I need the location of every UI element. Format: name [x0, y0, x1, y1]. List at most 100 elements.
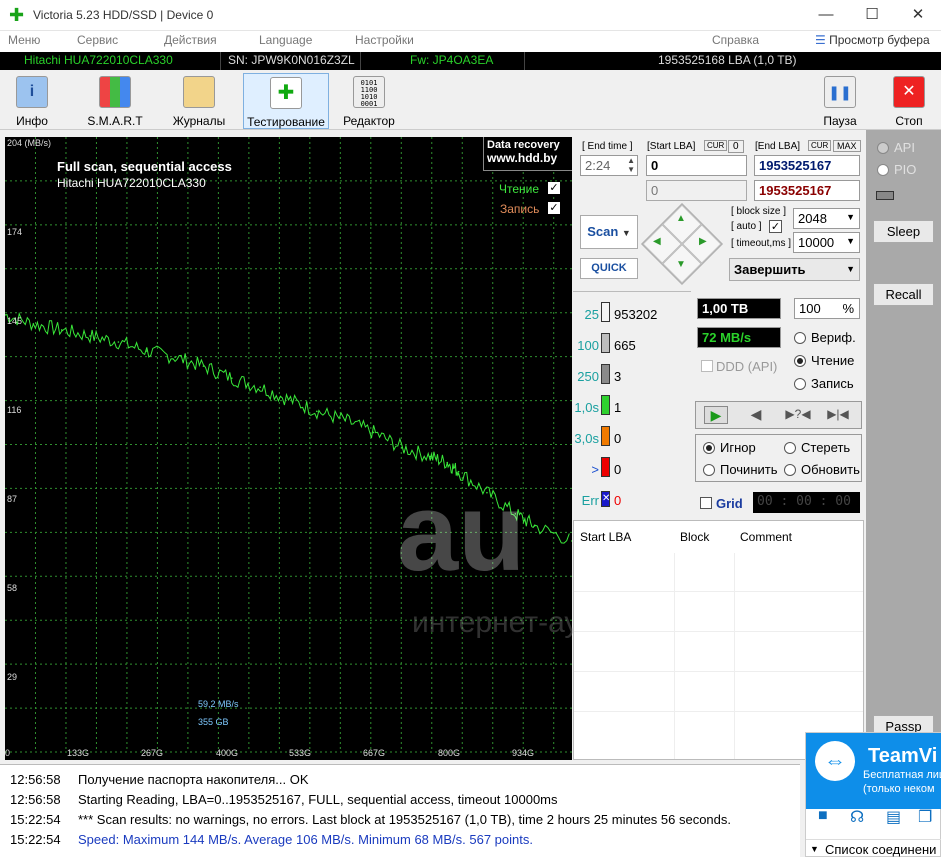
block-timing-label: > [591, 462, 599, 477]
read-legend-label: Чтение [499, 182, 540, 196]
chat-icon[interactable]: ▤ [886, 807, 901, 827]
read-radio[interactable]: Чтение [794, 353, 854, 368]
play-icon[interactable]: ▶ [704, 406, 728, 424]
skip-icon[interactable]: ▶?◀ [784, 406, 812, 424]
stop-button[interactable]: ✕ Стоп [885, 73, 933, 129]
block-timing-label: Err [581, 493, 599, 508]
chevron-down-icon[interactable]: ▼ [810, 844, 819, 854]
scan-dropdown-button[interactable]: Scan ▼ [580, 215, 638, 249]
erase-radio[interactable]: Стереть [784, 440, 850, 455]
editor-button[interactable]: 0101 1100 1010 0001 Редактор [340, 73, 398, 129]
ignore-radio-label: Игнор [720, 440, 756, 455]
block-color-swatch: ✕ [601, 491, 610, 507]
info-button[interactable]: i Инфо [8, 73, 56, 129]
start-cur-button[interactable]: CUR [704, 140, 728, 151]
speed-data-point [32, 323, 35, 325]
end-max-button[interactable]: MAX [833, 140, 861, 152]
rewind-icon[interactable]: ◀ [744, 406, 768, 424]
start-lba-field[interactable]: 0 [646, 155, 747, 176]
device-indicator [876, 191, 894, 200]
drive-info-bar: Hitachi HUA722010CLA330 SN: JPW9K0N016Z3… [0, 52, 941, 70]
data-recovery-banner[interactable]: Data recovery www.hdd.by [483, 137, 572, 171]
window-title: Victoria 5.23 HDD/SSD | Device 0 [33, 8, 214, 22]
headset-icon[interactable]: ☊ [850, 807, 864, 827]
speed-data-point [571, 540, 572, 542]
verify-radio[interactable]: Вериф. [794, 330, 856, 345]
teamviewer-panel[interactable]: ⇔ TeamVi Бесплатная лиц (только неком ■ … [805, 732, 941, 857]
column-header-comment[interactable]: Comment [740, 530, 792, 544]
menu-item-service[interactable]: Сервис [77, 33, 118, 47]
menu-bar: Меню Сервис Действия Language Настройки … [0, 31, 941, 52]
write-legend-checkbox[interactable]: ✓ [548, 202, 560, 214]
menu-item-actions[interactable]: Действия [164, 33, 217, 47]
menu-item-language[interactable]: Language [259, 33, 312, 47]
log-time: 15:22:54 [10, 832, 61, 847]
testing-button[interactable]: ✚ Тестирование [243, 73, 329, 129]
video-icon[interactable]: ■ [818, 807, 828, 825]
clipboard-icon [183, 76, 215, 108]
write-radio[interactable]: Запись [794, 376, 854, 391]
maximize-button[interactable]: ☐ [849, 0, 895, 31]
pio-radio[interactable]: PIO [877, 162, 916, 177]
start-lba-current-field: 0 [646, 180, 747, 201]
read-radio-label: Чтение [811, 353, 855, 368]
block-size-value: 2048 [798, 211, 827, 226]
speed-data-point [344, 419, 347, 422]
end-time-value: 2:24 [585, 158, 611, 173]
read-legend-checkbox[interactable]: ✓ [548, 182, 560, 194]
speed-data-point [429, 455, 432, 458]
speed-data-point [231, 377, 233, 379]
buffer-view-link[interactable]: ☰ Просмотр буфера [815, 33, 930, 47]
menu-item-help[interactable]: Справка [712, 33, 759, 47]
speed-data-point [287, 398, 290, 401]
graph-subtitle: Hitachi HUA722010CLA330 [57, 176, 206, 190]
drive-firmware: Fw: JP4OA3EA [410, 53, 494, 67]
scan-button-label: Scan [587, 224, 619, 239]
info-icon: i [16, 76, 48, 108]
error-action-group: Игнор Стереть Починить Обновить [695, 434, 862, 482]
auto-checkbox[interactable]: ✓ [769, 220, 782, 233]
minimize-button[interactable]: — [803, 0, 849, 31]
refresh-radio[interactable]: Обновить [784, 462, 860, 477]
block-size-select[interactable]: 2048 ▼ [793, 208, 860, 229]
logs-button[interactable]: Журналы [168, 73, 230, 129]
menu-item-menu[interactable]: Меню [8, 33, 40, 47]
column-header-start-lba[interactable]: Start LBA [580, 530, 631, 544]
speed-data-point [401, 446, 403, 449]
end-lba-field[interactable]: 1953525167 [754, 155, 860, 176]
speed-data-point [259, 386, 261, 389]
x-tick-label: 934G [512, 748, 535, 758]
close-button[interactable]: ✕ [895, 0, 941, 31]
files-icon[interactable]: ❐ [918, 807, 932, 827]
to-end-icon[interactable]: ▶|◀ [824, 406, 852, 424]
ddd-api-checkbox[interactable] [701, 360, 713, 372]
block-color-swatch [601, 364, 610, 384]
smart-button[interactable]: S.M.A.R.T [84, 73, 146, 129]
write-radio-label: Запись [811, 376, 854, 391]
timeout-label: [ timeout,ms ] [731, 238, 792, 249]
column-header-block[interactable]: Block [680, 530, 709, 544]
menu-item-settings[interactable]: Настройки [355, 33, 414, 47]
sleep-button[interactable]: Sleep [873, 220, 934, 243]
log-message: Получение паспорта накопителя... OK [78, 772, 309, 787]
recall-button[interactable]: Recall [873, 283, 934, 306]
x-tick-label: 800G [438, 748, 461, 758]
api-radio[interactable]: API [877, 140, 915, 155]
pause-button[interactable]: ❚❚ Пауза [816, 73, 864, 129]
end-cur-button[interactable]: CUR [808, 140, 832, 151]
repair-radio[interactable]: Починить [703, 462, 778, 477]
api-radio-label: API [894, 140, 915, 155]
finish-action-select[interactable]: Завершить ▼ [729, 258, 860, 281]
bad-blocks-table[interactable]: Start LBA Block Comment [573, 520, 864, 760]
timeout-select[interactable]: 10000 ▼ [793, 232, 860, 253]
teamviewer-license-line2: (только неком [863, 783, 935, 795]
chevron-down-icon: ▼ [621, 228, 631, 238]
log-time: 12:56:58 [10, 792, 61, 807]
spinner-icon[interactable]: ▲ ▼ [627, 156, 635, 174]
end-time-field[interactable]: 2:24 ▲ ▼ [580, 155, 638, 176]
speed-data-point [174, 356, 176, 358]
speed-data-point [60, 329, 63, 331]
quick-button[interactable]: QUICK [580, 258, 638, 279]
ignore-radio[interactable]: Игнор [703, 440, 756, 455]
grid-checkbox[interactable] [700, 497, 712, 509]
